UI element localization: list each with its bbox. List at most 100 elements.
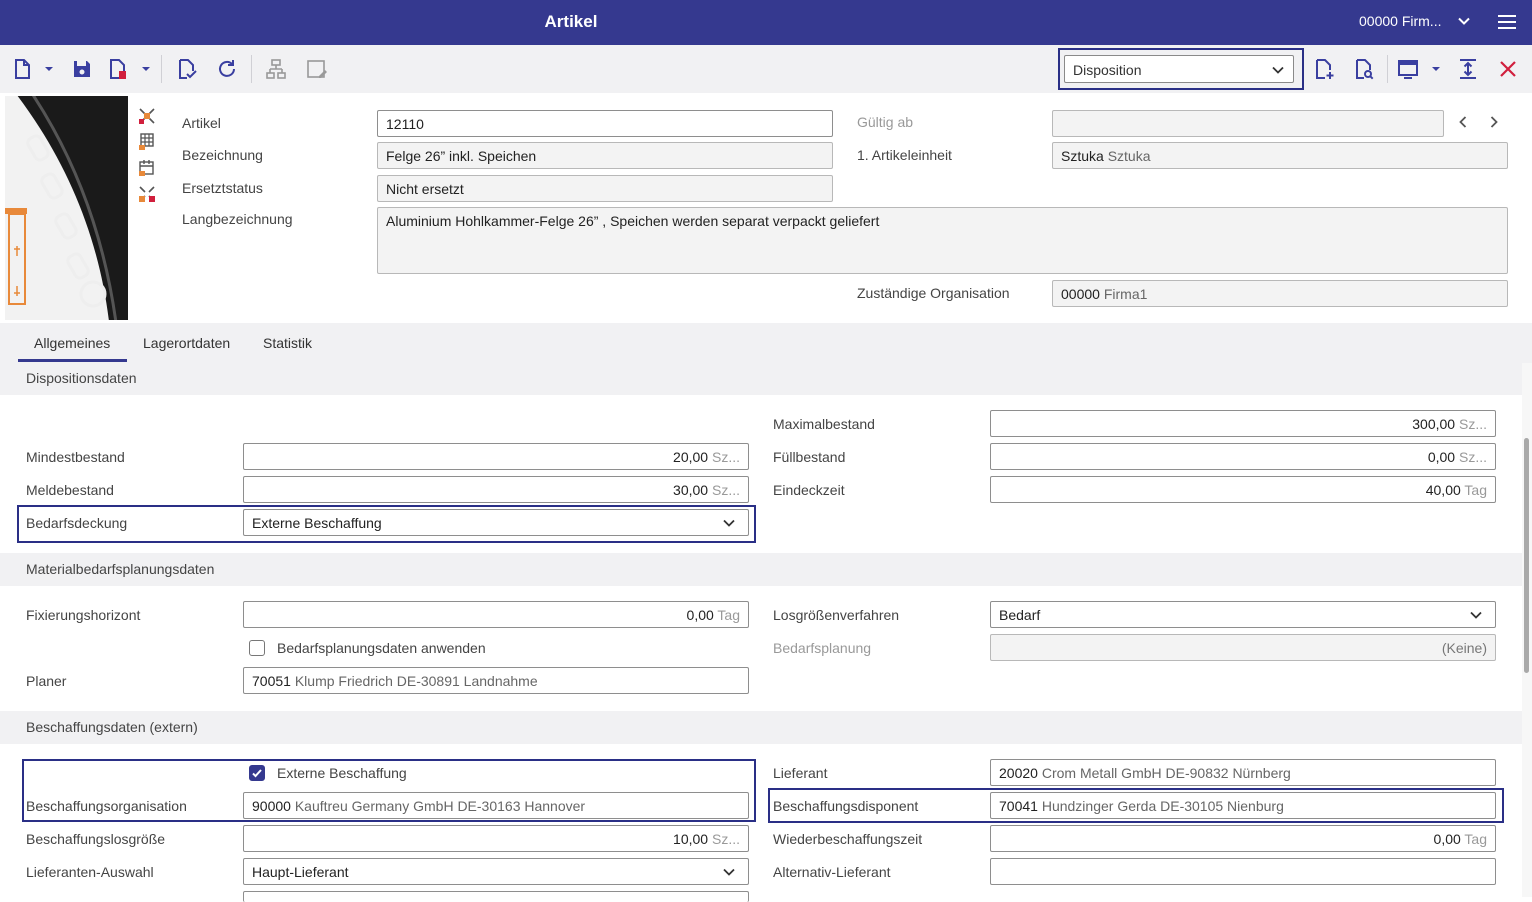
eindeckzeit-unit: Tag — [1464, 482, 1487, 498]
wiederbeschaffungszeit-label: Wiederbeschaffungszeit — [773, 831, 923, 847]
search-document-icon[interactable] — [1352, 57, 1376, 81]
bedarfsplanung-field[interactable]: (Keine) — [990, 634, 1496, 661]
artikeleinheit-field[interactable]: Sztuka Sztuka — [1052, 142, 1508, 169]
meldebestand-label: Meldebestand — [26, 482, 114, 498]
bezeichnung-field[interactable]: Felge 26” inkl. Speichen — [377, 142, 833, 169]
losgroessenverfahren-value: Bedarf — [999, 607, 1041, 623]
artikeleinheit-code: Sztuka — [1061, 148, 1104, 164]
hamburger-menu-icon[interactable] — [1498, 14, 1516, 30]
chevron-right-icon[interactable] — [1487, 115, 1501, 129]
meldebestand-unit: Sz... — [711, 482, 740, 498]
tab-statistik[interactable]: Statistik — [263, 335, 312, 351]
mindestbestand-input[interactable]: 20,00 Sz... — [243, 443, 749, 470]
fuellbestand-unit: Sz... — [1458, 449, 1487, 465]
section-title: Beschaffungsdaten (extern) — [26, 719, 198, 735]
tab-allgemeines[interactable]: Allgemeines — [34, 335, 110, 351]
eindeckzeit-label: Eindeckzeit — [773, 482, 845, 498]
toolbar-separator — [1387, 55, 1388, 83]
lieferant-label: Lieferant — [773, 765, 828, 781]
app-title: Artikel — [544, 12, 598, 31]
section-dispositionsdaten: Dispositionsdaten — [0, 362, 1522, 395]
fuellbestand-input[interactable]: 0,00 Sz... — [990, 443, 1496, 470]
zustaendig-code: 00000 — [1061, 286, 1100, 302]
langbezeichnung-field[interactable]: Aluminium Hohlkammer-Felge 26” , Speiche… — [377, 207, 1508, 274]
losgroesse-unit: Sz... — [711, 831, 740, 847]
section-title: Materialbedarfsplanungsdaten — [26, 561, 215, 577]
meldebestand-input[interactable]: 30,00 Sz... — [243, 476, 749, 503]
hierarchy-icon[interactable] — [264, 57, 288, 81]
bedarfsplanung-label: Bedarfsplanung — [773, 640, 872, 656]
gueltig-ab-field[interactable] — [1052, 110, 1444, 137]
chevron-down-icon — [1470, 611, 1482, 619]
ersetztstatus-field[interactable]: Nicht ersetzt — [377, 175, 833, 202]
losgroessenverfahren-label: Losgrößenverfahren — [773, 607, 900, 623]
fuellbestand-label: Füllbestand — [773, 449, 846, 465]
close-icon[interactable] — [1496, 57, 1520, 81]
fixierungshorizont-label: Fixierungshorizont — [26, 607, 141, 623]
bezeichnung-label: Bezeichnung — [182, 147, 263, 163]
lieferant-input[interactable]: 20020 Crom Metall GmbH DE-90832 Nürnberg — [990, 759, 1496, 786]
maximalbestand-input[interactable]: 300,00 Sz... — [990, 410, 1496, 437]
caret-down-icon[interactable] — [44, 64, 54, 74]
artikel-input[interactable]: 12110 — [377, 110, 833, 137]
bedarfsplanungsdaten-anwenden-checkbox[interactable] — [249, 640, 265, 656]
section-beschaffung: Beschaffungsdaten (extern) — [0, 711, 1522, 744]
fixierungshorizont-input[interactable]: 0,00 Tag — [243, 601, 749, 628]
lieferanten-auswahl-value: Haupt-Lieferant — [252, 864, 349, 880]
fixierungshorizont-value: 0,00 — [686, 607, 714, 623]
replace-icon[interactable] — [138, 185, 156, 203]
mindestbestand-label: Mindestbestand — [26, 449, 125, 465]
losgroesse-value: 10,00 — [673, 831, 709, 847]
refresh-icon[interactable] — [215, 57, 239, 81]
planer-desc: Klump Friedrich DE-30891 Landnahme — [294, 673, 538, 689]
beschaffungslosgroesse-input[interactable]: 10,00 Sz... — [243, 825, 749, 852]
beschaffungsdisponent-highlight — [768, 788, 1504, 823]
caret-down-icon[interactable] — [1431, 64, 1441, 74]
scrollbar-thumb[interactable] — [1524, 438, 1529, 673]
save-icon[interactable] — [70, 57, 94, 81]
validate-icon[interactable] — [175, 57, 199, 81]
edit-note-icon[interactable] — [305, 57, 329, 81]
structure-icon[interactable] — [138, 107, 156, 125]
grid-icon[interactable] — [138, 133, 156, 151]
caret-down-icon[interactable] — [141, 64, 151, 74]
zustaendig-desc: Firma1 — [1103, 286, 1148, 302]
alternativ-lieferant-input[interactable] — [990, 858, 1496, 885]
mindestbestand-value: 20,00 — [673, 449, 709, 465]
wiederbeschaffungszeit-input[interactable]: 0,00 Tag — [990, 825, 1496, 852]
zustaendige-organisation-field[interactable]: 00000 Firma1 — [1052, 280, 1508, 307]
artikeleinheit-desc: Sztuka — [1107, 148, 1151, 164]
artikeleinheit-label: 1. Artikeleinheit — [857, 147, 952, 163]
tab-lagerortdaten[interactable]: Lagerortdaten — [143, 335, 230, 351]
externe-beschaffung-highlight — [22, 759, 756, 822]
delete-document-icon[interactable] — [106, 57, 130, 81]
toolbar-separator — [161, 55, 162, 83]
add-document-icon[interactable] — [1312, 57, 1336, 81]
eindeckzeit-input[interactable]: 40,00 Tag — [990, 476, 1496, 503]
alternativ-lieferant-label: Alternativ-Lieferant — [773, 864, 891, 880]
artikel-label: Artikel — [182, 115, 221, 131]
section-materialbedarf: Materialbedarfsplanungsdaten — [0, 553, 1522, 586]
planer-label: Planer — [26, 673, 67, 689]
maximalbestand-unit: Sz... — [1458, 416, 1487, 432]
langbezeichnung-label: Langbezeichnung — [182, 211, 293, 227]
fuellbestand-value: 0,00 — [1427, 449, 1456, 465]
beschaffungslosgroesse-label: Beschaffungslosgröße — [26, 831, 166, 847]
planer-input[interactable]: 70051 Klump Friedrich DE-30891 Landnahme — [243, 667, 749, 694]
fit-height-icon[interactable] — [1456, 57, 1480, 81]
organization-switcher[interactable]: 00000 Firm... — [1359, 13, 1441, 29]
chevron-left-icon[interactable] — [1456, 115, 1470, 129]
new-document-icon[interactable] — [10, 57, 34, 81]
lieferanten-auswahl-label: Lieferanten-Auswahl — [26, 864, 154, 880]
window-icon[interactable] — [1396, 57, 1420, 81]
losgroessenverfahren-select[interactable]: Bedarf — [990, 601, 1496, 628]
article-image — [5, 96, 128, 320]
calendar-icon[interactable] — [138, 159, 156, 177]
wiederbeschaffung-value: 0,00 — [1433, 831, 1461, 847]
chevron-down-icon[interactable] — [1457, 14, 1471, 28]
zustaendige-organisation-label: Zuständige Organisation — [857, 285, 1010, 301]
lieferant-desc: Crom Metall GmbH DE-90832 Nürnberg — [1041, 765, 1291, 781]
title-bar: Artikel 00000 Firm... — [0, 0, 1532, 45]
meldebestand-value: 30,00 — [673, 482, 709, 498]
lieferanten-auswahl-select[interactable]: Haupt-Lieferant — [243, 858, 749, 885]
